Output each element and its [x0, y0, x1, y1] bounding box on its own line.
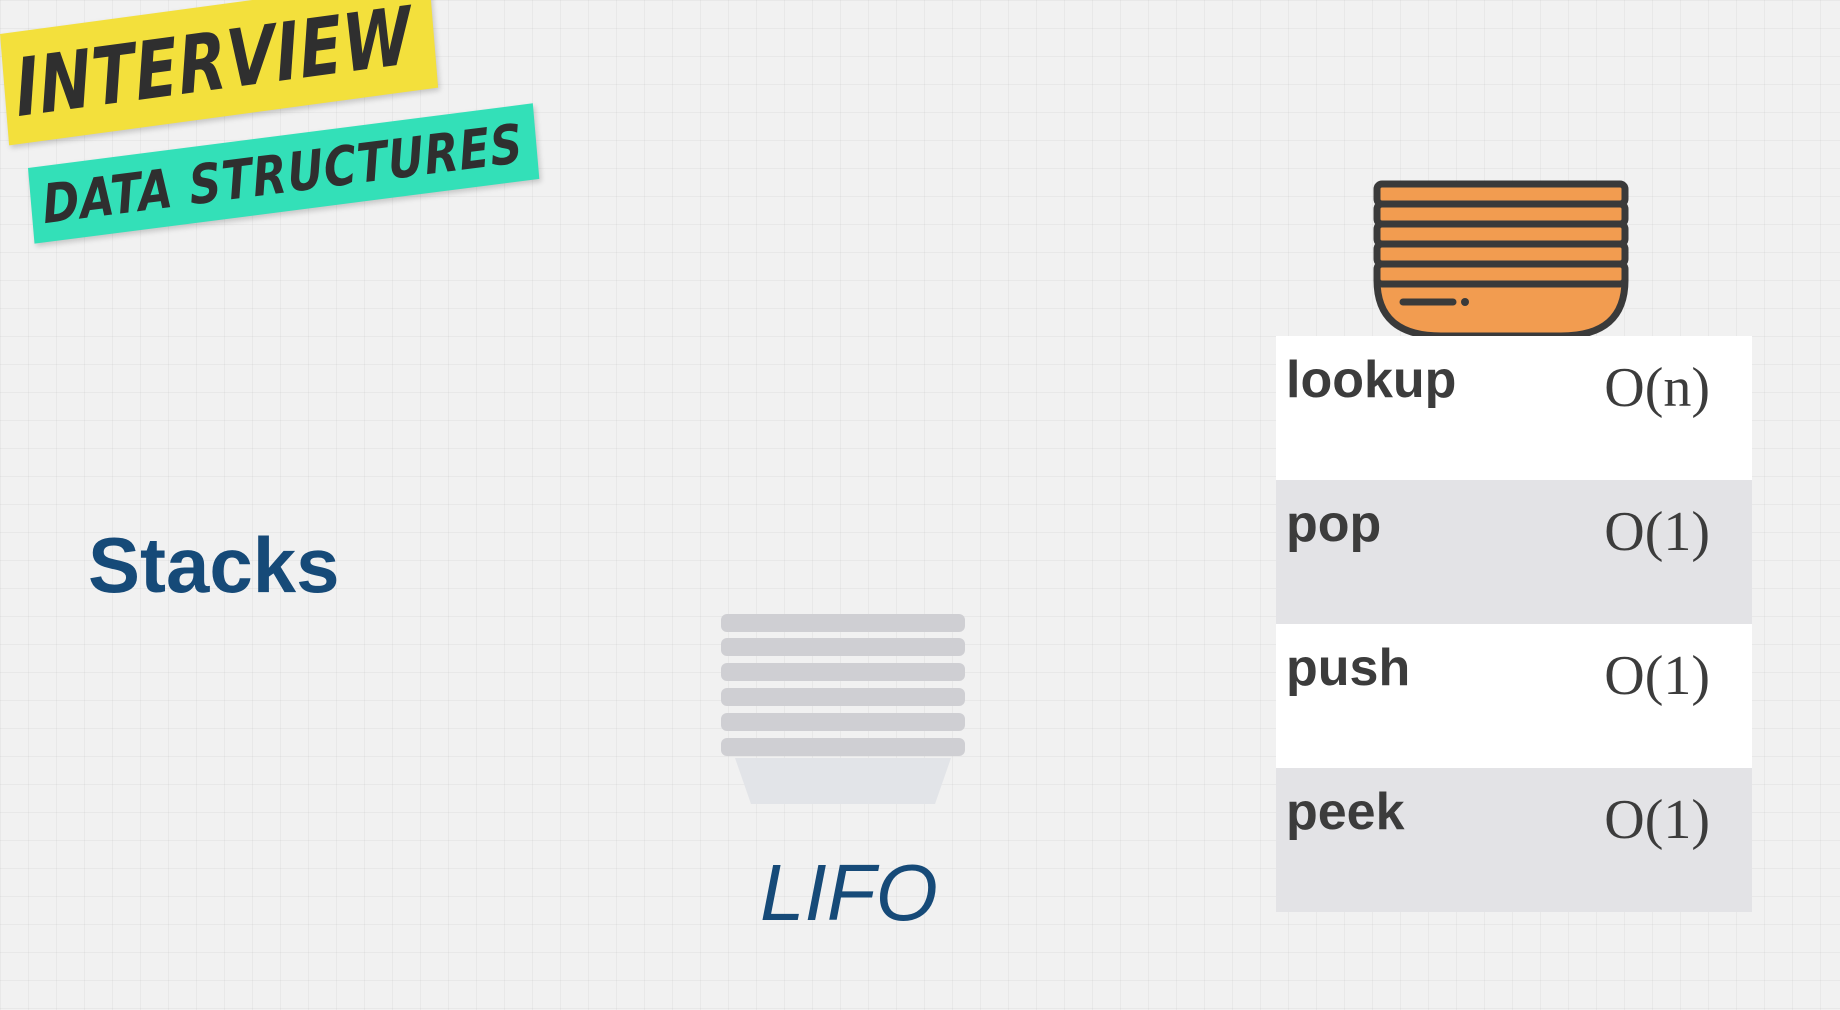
operation-complexity: O(1) — [1604, 501, 1710, 563]
gray-plate-stack-icon — [721, 614, 965, 804]
operation-row-pop: pop O(1) — [1276, 480, 1752, 624]
operation-complexity: O(n) — [1604, 357, 1710, 419]
operations-table: lookup O(n) pop O(1) push O(1) peek O(1) — [1276, 336, 1752, 912]
operation-name: push — [1286, 639, 1411, 697]
orange-plate-stack-icon — [1373, 180, 1629, 340]
operation-name: pop — [1286, 495, 1382, 553]
operation-row-peek: peek O(1) — [1276, 768, 1752, 912]
operation-name: peek — [1286, 783, 1405, 841]
operation-row-lookup: lookup O(n) — [1276, 336, 1752, 480]
page-title: Stacks — [88, 521, 340, 609]
operation-complexity: O(1) — [1604, 789, 1710, 851]
brand-badge: INTERVIEW DATA STRUCTURES — [0, 0, 560, 300]
operation-complexity: O(1) — [1604, 645, 1710, 707]
operation-row-push: push O(1) — [1276, 624, 1752, 768]
lifo-label: LIFO — [760, 848, 938, 937]
operation-name: lookup — [1286, 351, 1457, 409]
